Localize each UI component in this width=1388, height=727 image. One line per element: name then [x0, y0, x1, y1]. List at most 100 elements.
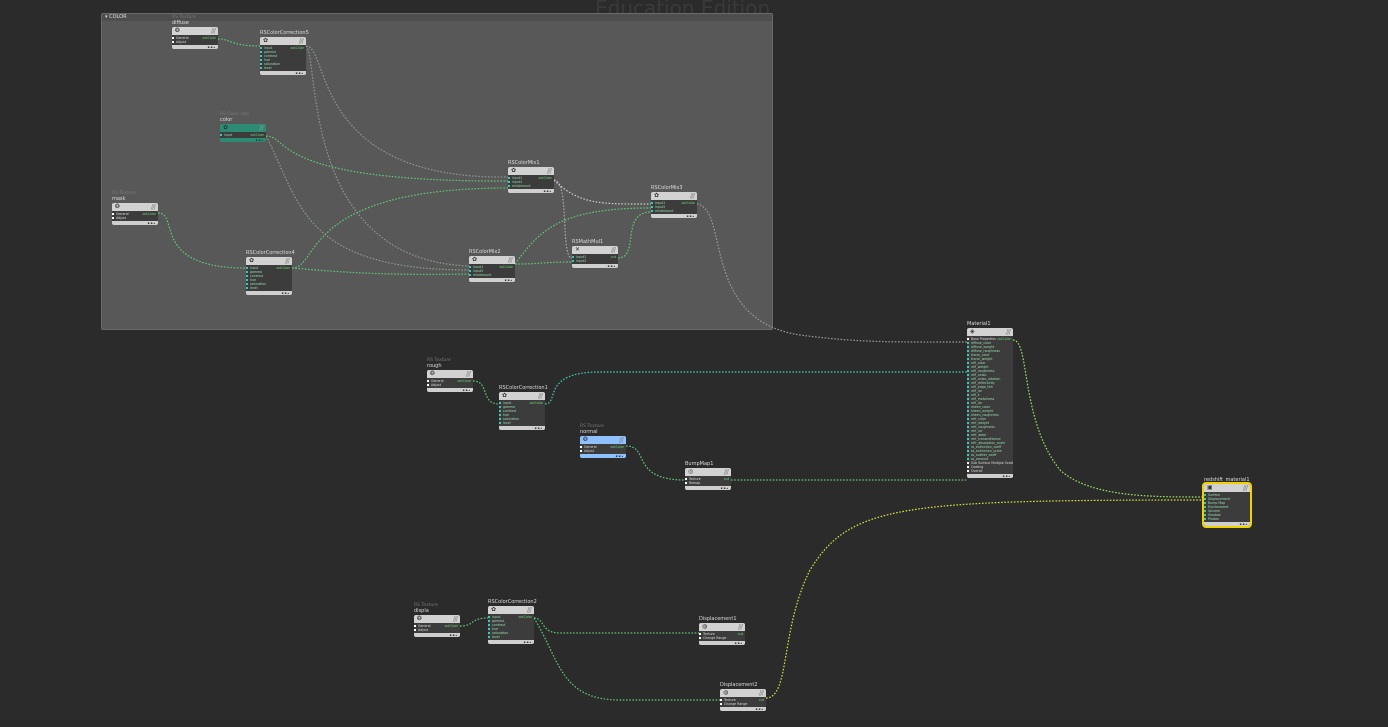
input-port[interactable]: Change Range — [699, 636, 745, 640]
node-flags-icon[interactable]: /// — [1006, 328, 1011, 336]
node-name[interactable]: Displacement1 — [699, 616, 737, 622]
wire-displa-cc2[interactable] — [459, 617, 489, 627]
node-flags-icon[interactable]: /// — [527, 606, 532, 614]
input-port[interactable]: Adjust — [172, 40, 218, 44]
input-port[interactable]: mixAmount — [469, 273, 515, 277]
node-mix2[interactable]: RSColorMix2 ✿ ///outColor input1 input2 mixAm… — [469, 249, 515, 282]
node-cc1[interactable]: RSColorCorrection1 ✿ ///outColor input gamma… — [499, 385, 548, 430]
node-header[interactable]: ✿ /// — [651, 192, 697, 200]
node-header[interactable]: ✿ /// — [508, 167, 554, 175]
node-flags-icon[interactable]: /// — [453, 615, 458, 623]
node-name[interactable]: RSMathMul1 — [572, 239, 603, 245]
wire-cc2-disp2[interactable] — [533, 617, 720, 701]
wire-mask-cc4[interactable] — [157, 212, 247, 269]
node-mat1[interactable]: Material1 ◈ ///outColor Base Properties diff… — [967, 321, 1013, 478]
input-port[interactable]: Adjust — [580, 449, 626, 453]
node-flags-icon[interactable]: /// — [538, 392, 543, 400]
input-port[interactable]: level — [246, 286, 292, 290]
node-flags-icon[interactable]: /// — [466, 370, 471, 378]
wire-cc5-mix2[interactable] — [305, 45, 470, 267]
node-flags-icon[interactable]: /// — [547, 167, 552, 175]
node-name[interactable]: RSColorMix2 — [469, 249, 501, 255]
input-port[interactable]: Overall — [967, 469, 1013, 473]
node-header[interactable]: ▣ /// — [1204, 484, 1250, 492]
node-name[interactable]: BumpMap1 — [685, 461, 713, 467]
node-mul1[interactable]: RSMathMul1 ✕ ///out input1 input2 ▪ ▪ ▴ — [572, 239, 618, 268]
wire-normal-bump[interactable] — [625, 445, 686, 481]
node-name[interactable]: RSColorMix1 — [508, 160, 540, 166]
node-normal[interactable]: RS Texture normal ❂///outColor General Adjus… — [580, 424, 626, 458]
node-flags-icon[interactable]: /// — [759, 689, 764, 697]
wire-color-mix1[interactable] — [265, 135, 509, 182]
node-header[interactable]: ❂ /// — [580, 436, 626, 444]
input-port[interactable]: Adjust — [112, 216, 158, 220]
node-name[interactable]: RSColorCorrection2 — [488, 599, 537, 605]
input-port[interactable]: Adjust — [414, 628, 460, 632]
node-flags-icon[interactable]: /// — [724, 468, 729, 476]
wire-mix2-mul1[interactable] — [514, 261, 573, 265]
input-port[interactable]: mixAmount — [651, 209, 697, 213]
node-header[interactable]: ✿ /// — [469, 256, 515, 264]
node-name[interactable]: RSColorCorrection4 — [246, 250, 295, 256]
node-name[interactable]: mask — [112, 196, 125, 202]
wire-material-output[interactable] — [1012, 339, 1204, 498]
node-flags-icon[interactable]: /// — [211, 27, 216, 35]
input-port[interactable]: level — [488, 635, 534, 639]
node-flags-icon[interactable]: /// — [1243, 484, 1248, 492]
wire-cc2-disp1[interactable] — [533, 617, 699, 634]
wire-mul1-mix3[interactable] — [617, 211, 652, 259]
node-name[interactable]: RSColorCorrection5 — [260, 30, 309, 36]
node-header[interactable]: ✿ /// — [260, 37, 306, 45]
node-color[interactable]: RS Color Abs color ✿///outColor input ▪ ▪ ▴ — [220, 112, 266, 142]
wire-rough-cc1[interactable] — [472, 380, 500, 405]
node-rough[interactable]: RS Texture rough ❂///outColor General Adjust… — [427, 358, 473, 392]
node-header[interactable]: ◍ /// — [720, 689, 766, 697]
node-name[interactable]: normal — [580, 429, 598, 435]
node-cc5[interactable]: RSColorCorrection5 ✿ ///outColor input gamma… — [260, 30, 309, 75]
node-cc2[interactable]: RSColorCorrection2 ✿ ///outColor input gamma… — [488, 599, 537, 644]
node-header[interactable]: ❂ /// — [414, 615, 460, 623]
node-header[interactable]: ❂ /// — [427, 370, 473, 378]
wire-cc5-mix1[interactable] — [305, 45, 509, 178]
node-mix3[interactable]: RSColorMix3 ✿ ///outColor input1 input2 mixAm… — [651, 185, 697, 218]
node-name[interactable]: rough — [427, 363, 442, 369]
node-header[interactable]: ❂ /// — [112, 203, 158, 211]
node-flags-icon[interactable]: /// — [151, 203, 156, 211]
node-header[interactable]: ✿ /// — [246, 257, 292, 265]
input-port[interactable]: Remap — [685, 481, 731, 485]
node-diffuse[interactable]: RS Texture diffuse ❂///outColor General Adju… — [172, 15, 218, 49]
node-header[interactable]: ◎ /// — [685, 468, 731, 476]
input-port[interactable]: Adjust — [427, 383, 473, 387]
node-flags-icon[interactable]: /// — [299, 37, 304, 45]
node-name[interactable]: Displacement2 — [720, 682, 758, 688]
node-flags-icon[interactable]: /// — [508, 256, 513, 264]
input-port[interactable]: input — [220, 133, 266, 137]
wire-disp2-output[interactable] — [765, 499, 1204, 699]
wire-mix1-mix3[interactable] — [553, 179, 652, 205]
node-flags-icon[interactable]: /// — [259, 124, 264, 132]
node-disp2[interactable]: Displacement2 ◍ ///out Texture Change Range ▪… — [720, 682, 766, 711]
node-flags-icon[interactable]: /// — [738, 623, 743, 631]
node-flags-icon[interactable]: /// — [285, 257, 290, 265]
input-port[interactable]: level — [260, 66, 306, 70]
node-name[interactable]: displa — [414, 608, 429, 614]
node-header[interactable]: ✕ /// — [572, 246, 618, 254]
node-header[interactable]: ✿ /// — [499, 392, 545, 400]
node-mix1[interactable]: RSColorMix1 ✿ ///outColor input1 input2 mixAm… — [508, 160, 554, 193]
node-header[interactable]: ◈ /// — [967, 328, 1013, 336]
node-disp1[interactable]: Displacement1 ◍ ///out Texture Change Range ▪… — [699, 616, 745, 645]
node-name[interactable]: Material1 — [967, 321, 991, 327]
node-name[interactable]: RSColorCorrection1 — [499, 385, 548, 391]
node-flags-icon[interactable]: /// — [611, 246, 616, 254]
node-name[interactable]: redshift_material1 — [1204, 477, 1250, 483]
node-name[interactable]: diffuse — [172, 20, 189, 26]
node-header[interactable]: ✿ /// — [488, 606, 534, 614]
node-flags-icon[interactable]: /// — [690, 192, 695, 200]
node-cc4[interactable]: RSColorCorrection4 ✿ ///outColor input gamma… — [246, 250, 295, 295]
input-port[interactable]: input2 — [572, 259, 618, 263]
node-name[interactable]: RSColorMix3 — [651, 185, 683, 191]
node-bump1[interactable]: BumpMap1 ◎ ///out Texture Remap ▪ ▪ ▴ — [685, 461, 731, 490]
node-rsmat[interactable]: redshift_material1 ▣ ///Surface Displacemen… — [1202, 477, 1252, 528]
input-port[interactable]: mixAmount — [508, 184, 554, 188]
node-flags-icon[interactable]: /// — [619, 436, 624, 444]
